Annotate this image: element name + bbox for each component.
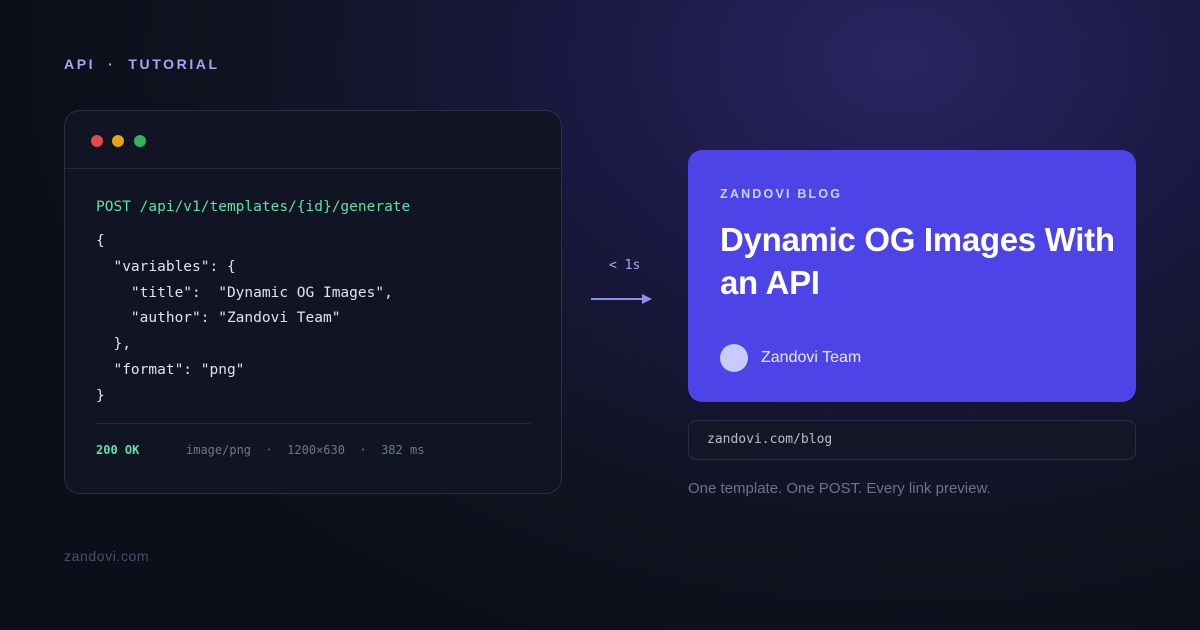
og-image-preview: ZANDOVI BLOG Dynamic OG Images With an A… xyxy=(688,150,1136,402)
request-payload: { "variables": { "title": "Dynamic OG Im… xyxy=(96,233,393,404)
close-dot-icon xyxy=(91,135,103,147)
request-endpoint: POST /api/v1/templates/{id}/generate xyxy=(96,199,411,215)
url-bar: zandovi.com/blog xyxy=(688,420,1136,460)
eyebrow-label: API · TUTORIAL xyxy=(64,56,220,72)
response-meta: image/png · 1200×630 · 382 ms xyxy=(186,442,425,457)
arrow-right-icon xyxy=(591,294,652,304)
code-divider xyxy=(96,422,530,424)
window-titlebar xyxy=(65,111,561,169)
status-code: 200 OK xyxy=(96,442,140,457)
avatar xyxy=(720,344,748,372)
latency-label: < 1s xyxy=(609,258,641,273)
minimize-dot-icon xyxy=(112,135,124,147)
response-status-row: 200 OK image/png · 1200×630 · 382 ms xyxy=(96,443,530,457)
code-body: POST /api/v1/templates/{id}/generate { "… xyxy=(65,169,561,457)
footer-domain: zandovi.com xyxy=(64,548,150,564)
maximize-dot-icon xyxy=(134,135,146,147)
code-window: POST /api/v1/templates/{id}/generate { "… xyxy=(64,110,562,494)
og-blog-label: ZANDOVI BLOG xyxy=(720,187,843,201)
og-title: Dynamic OG Images With an API xyxy=(720,221,1115,301)
author-name: Zandovi Team xyxy=(761,349,862,366)
tagline: One template. One POST. Every link previ… xyxy=(688,480,991,497)
og-author: Zandovi Team xyxy=(720,344,861,372)
